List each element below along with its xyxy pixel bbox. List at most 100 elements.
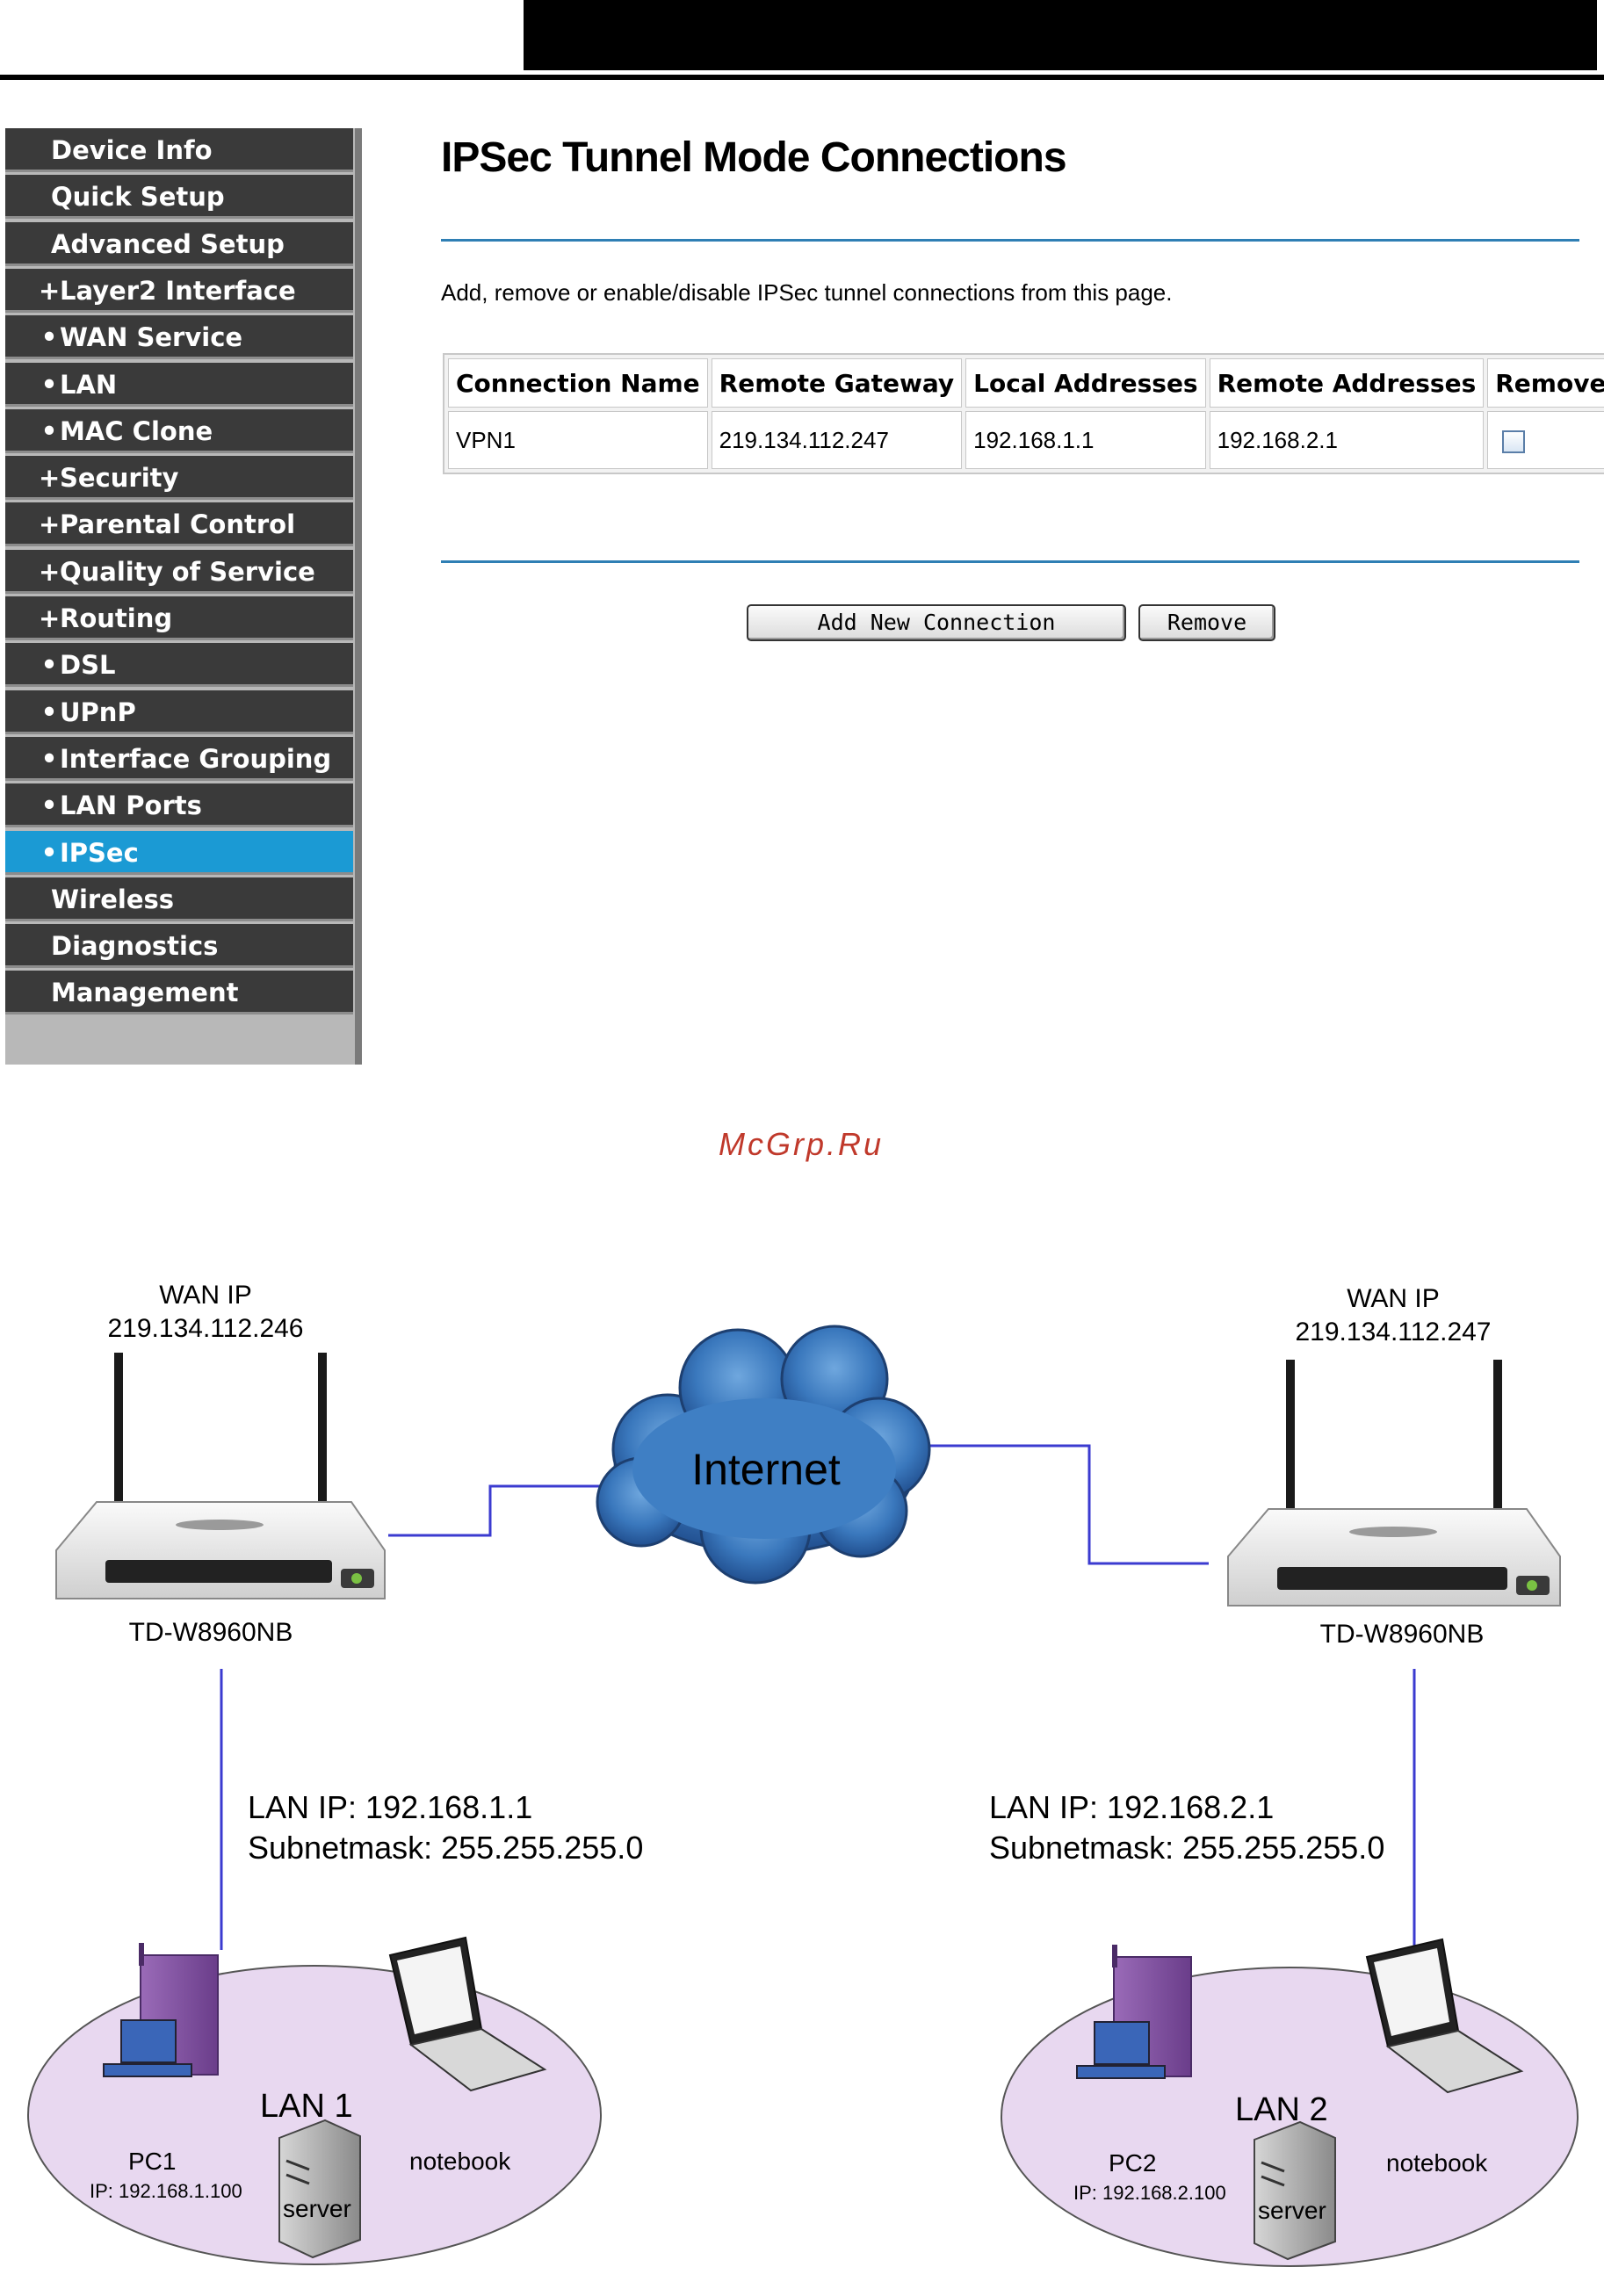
sidebar-item-parental-control[interactable]: +Parental Control	[5, 502, 353, 547]
remove-checkbox[interactable]	[1502, 430, 1526, 453]
right-router	[1227, 1360, 1561, 1606]
sidebar-item-lan-ports[interactable]: •LAN Ports	[5, 783, 353, 828]
sidebar-item-advanced-setup[interactable]: Advanced Setup	[5, 221, 353, 266]
sidebar-item-label: LAN	[60, 369, 118, 400]
expand-icon: +	[39, 603, 61, 633]
expand-icon: +	[39, 509, 61, 540]
table-row: VPN1 219.134.112.247 192.168.1.1 192.168…	[448, 411, 1604, 469]
header-bar	[524, 0, 1597, 70]
sidebar-item-quality-of-service[interactable]: +Quality of Service	[5, 549, 353, 594]
sidebar-item-label: WAN Service	[60, 322, 243, 353]
connections-table: Connection Name Remote Gateway Local Add…	[443, 353, 1604, 474]
bullet-icon: •	[40, 791, 58, 821]
right-subnet: Subnetmask: 255.255.255.0	[989, 1830, 1384, 1866]
link-internet-right-router	[929, 1444, 1209, 1565]
column-header: Remote Addresses	[1209, 358, 1485, 408]
remove-cell	[1487, 411, 1604, 469]
left-lan-ip: LAN IP: 192.168.1.1	[248, 1789, 532, 1825]
sidebar-item-label: Routing	[60, 603, 173, 633]
sidebar-edge	[355, 128, 362, 1065]
remote-addresses-cell: 192.168.2.1	[1209, 411, 1485, 469]
lan2-pc-ip: IP: 192.168.2.100	[1073, 2182, 1226, 2204]
sidebar-item-device-info[interactable]: Device Info	[5, 128, 353, 172]
lan1-name: LAN 1	[260, 2088, 353, 2125]
remote-gateway-cell: 219.134.112.247	[711, 411, 963, 469]
sidebar-item-label: Management	[51, 978, 239, 1008]
sidebar-item-management[interactable]: Management	[5, 971, 353, 1015]
lan2-notebook-label: notebook	[1386, 2149, 1488, 2177]
internet-cloud: Internet	[596, 1325, 931, 1585]
sidebar-item-lan[interactable]: •LAN	[5, 362, 353, 407]
expand-icon: +	[39, 463, 61, 494]
sidebar-item-mac-clone[interactable]: •MAC Clone	[5, 408, 353, 453]
divider-top	[441, 239, 1579, 242]
sidebar-item-label: Wireless	[51, 884, 175, 914]
sidebar-item-routing[interactable]: +Routing	[5, 596, 353, 640]
sidebar-item-label: Device Info	[51, 135, 213, 165]
expand-icon: +	[39, 275, 61, 306]
sidebar-item-label: Quality of Service	[60, 556, 315, 587]
sidebar-item-quick-setup[interactable]: Quick Setup	[5, 175, 353, 220]
sidebar-item-security[interactable]: +Security	[5, 456, 353, 501]
sidebar-item-label: Layer2 Interface	[60, 275, 296, 306]
lan1-pc-label: PC1	[128, 2148, 176, 2175]
sidebar-item-label: Interface Grouping	[60, 743, 332, 774]
sidebar-item-label: Quick Setup	[51, 182, 225, 213]
local-addresses-cell: 192.168.1.1	[965, 411, 1206, 469]
lan1-pc-ip: IP: 192.168.1.100	[90, 2180, 242, 2202]
sidebar-item-diagnostics[interactable]: Diagnostics	[5, 924, 353, 969]
remove-button[interactable]: Remove	[1138, 604, 1275, 641]
column-header: Remote Gateway	[711, 358, 963, 408]
table-header-row: Connection Name Remote Gateway Local Add…	[448, 358, 1604, 408]
bullet-icon: •	[40, 743, 58, 774]
sidebar-item-label: Security	[60, 463, 179, 494]
header-rule	[0, 75, 1604, 80]
bullet-icon: •	[40, 322, 58, 353]
left-wan-ip: 219.134.112.246	[108, 1314, 304, 1343]
column-header: Remove	[1487, 358, 1604, 408]
link-left-router-internet	[388, 1484, 606, 1537]
bullet-icon: •	[40, 650, 58, 681]
sidebar-item-label: MAC Clone	[60, 415, 213, 446]
lan1-notebook-label: notebook	[409, 2148, 511, 2175]
column-header: Local Addresses	[965, 358, 1206, 408]
lan2-server-label: server	[1258, 2197, 1326, 2224]
sidebar-item-label: IPSec	[60, 837, 139, 868]
sidebar-item-wan-service[interactable]: •WAN Service	[5, 315, 353, 360]
right-wan-ip: 219.134.112.247	[1296, 1318, 1492, 1347]
column-header: Connection Name	[448, 358, 708, 408]
sidebar-item-layer2-interface[interactable]: +Layer2 Interface	[5, 268, 353, 313]
add-new-connection-button[interactable]: Add New Connection	[747, 604, 1126, 641]
sidebar-item-label: LAN Ports	[60, 791, 202, 821]
page-title: IPSec Tunnel Mode Connections	[441, 134, 1067, 181]
sidebar-item-dsl[interactable]: •DSL	[5, 643, 353, 688]
left-router	[55, 1353, 386, 1599]
sidebar-item-label: Parental Control	[60, 509, 296, 540]
bullet-icon: •	[40, 415, 58, 446]
right-router-model: TD-W8960NB	[1320, 1620, 1485, 1649]
sidebar-item-label: Diagnostics	[51, 931, 219, 962]
left-router-model: TD-W8960NB	[129, 1618, 293, 1647]
watermark: McGrp.Ru	[719, 1126, 885, 1162]
right-wan-label: WAN IP	[1347, 1284, 1440, 1313]
connection-name-cell: VPN1	[448, 411, 708, 469]
bullet-icon: •	[40, 837, 58, 868]
lan2-pc-label: PC2	[1109, 2149, 1156, 2177]
sidebar-item-label: DSL	[60, 650, 116, 681]
right-lan-ip: LAN IP: 192.168.2.1	[989, 1789, 1274, 1825]
sidebar-item-label: UPnP	[60, 697, 136, 727]
sidebar-item-ipsec[interactable]: •IPSec	[5, 830, 353, 875]
lan1-server-label: server	[283, 2195, 351, 2222]
bullet-icon: •	[40, 697, 58, 727]
sidebar: Device Info Quick Setup Advanced Setup +Lay…	[5, 128, 362, 1065]
sidebar-item-wireless[interactable]: Wireless	[5, 877, 353, 921]
left-subnet: Subnetmask: 255.255.255.0	[248, 1830, 643, 1866]
sidebar-item-interface-grouping[interactable]: •Interface Grouping	[5, 736, 353, 781]
expand-icon: +	[39, 556, 61, 587]
sidebar-item-upnp[interactable]: •UPnP	[5, 690, 353, 734]
lan2-name: LAN 2	[1235, 2091, 1328, 2128]
sidebar-item-label: Advanced Setup	[51, 228, 285, 259]
network-diagram: Internet WAN IP 219.134.112.246 TD-W8960…	[27, 1281, 1579, 2267]
divider-bottom	[441, 560, 1579, 563]
bullet-icon: •	[40, 369, 58, 400]
